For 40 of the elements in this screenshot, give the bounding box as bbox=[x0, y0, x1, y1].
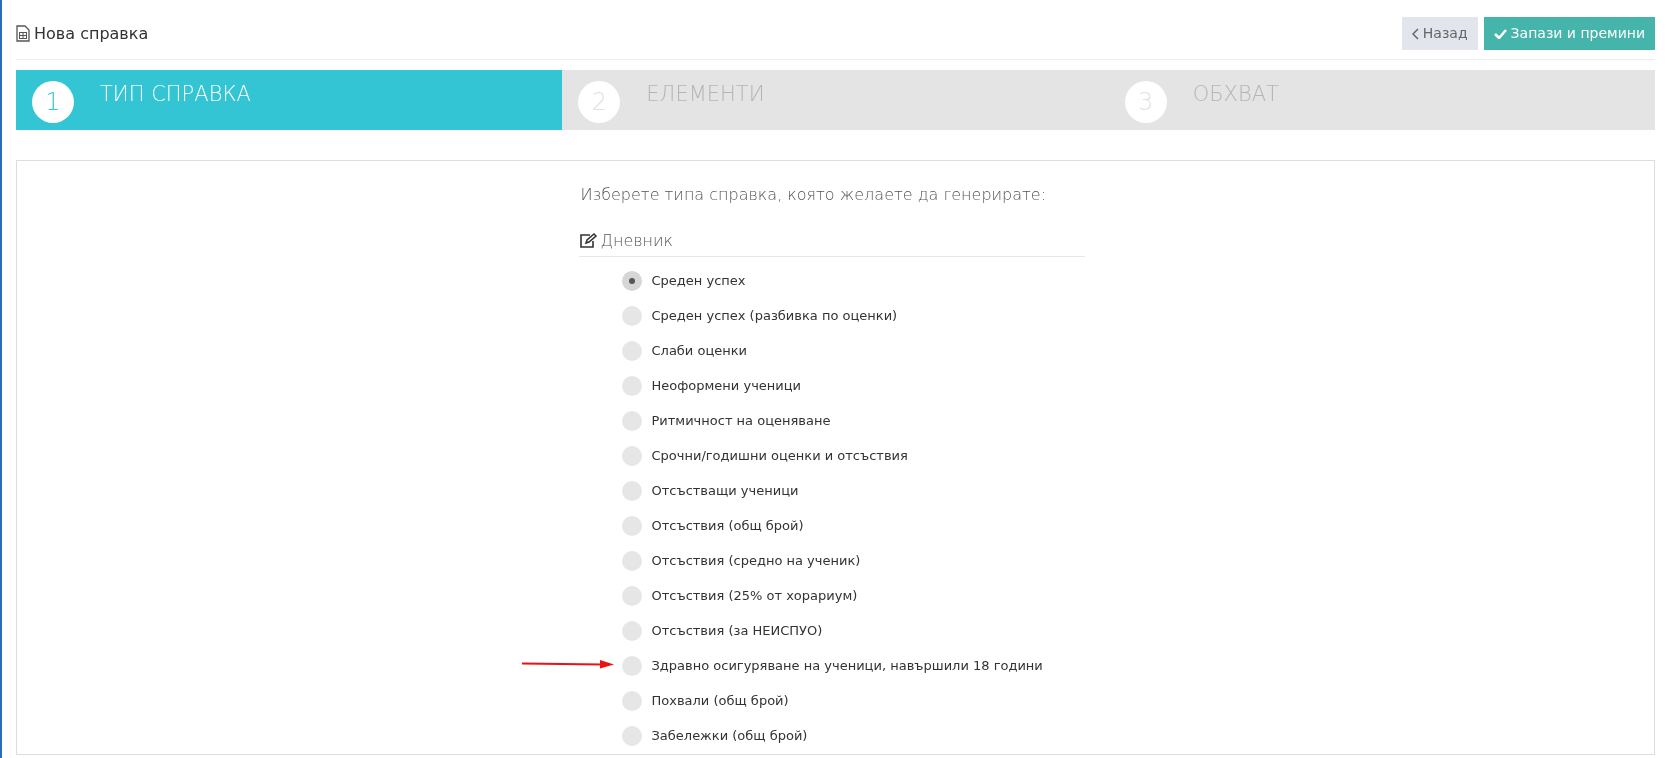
option-label: Похвали (общ брой) bbox=[651, 691, 789, 710]
chevron-left-icon bbox=[1411, 27, 1419, 40]
option-label: Отсъствия (средно на ученик) bbox=[651, 551, 861, 570]
section-title: Дневник bbox=[600, 230, 674, 252]
option-label: Здравно осигуряване на ученици, навършили 18 години bbox=[651, 656, 1043, 675]
radio-button[interactable] bbox=[621, 410, 642, 431]
option-label: Неоформени ученици bbox=[651, 376, 802, 395]
option-label: Срочни/годишни оценки и отсъствия bbox=[651, 446, 908, 465]
radio-button[interactable] bbox=[621, 445, 642, 466]
radio-button[interactable] bbox=[621, 620, 642, 641]
instruction-text: Изберете типа справка, която желаете да генерирате: bbox=[579, 184, 1048, 206]
radio-button[interactable] bbox=[621, 305, 642, 326]
edit-icon bbox=[578, 233, 597, 249]
page-title: Нова справка bbox=[34, 22, 149, 45]
option-label: Среден успех bbox=[651, 271, 746, 290]
option-label: Ритмичност на оценяване bbox=[651, 411, 831, 430]
option-label: Забележки (общ брой) bbox=[651, 726, 808, 745]
radio-button[interactable] bbox=[621, 375, 642, 396]
option-label: Слаби оценки bbox=[651, 341, 748, 360]
back-button[interactable]: Назад bbox=[1401, 17, 1478, 50]
option-label: Отсъствия (25% от хорариум) bbox=[651, 586, 858, 605]
radio-button[interactable] bbox=[621, 585, 642, 606]
option-label: Отсъствия (общ брой) bbox=[651, 516, 804, 535]
radio-button[interactable] bbox=[621, 480, 642, 501]
checkmark-icon bbox=[1493, 28, 1507, 39]
radio-button[interactable] bbox=[621, 550, 642, 571]
radio-button[interactable] bbox=[621, 340, 642, 361]
option-label: Отсъстващи ученици bbox=[651, 481, 799, 500]
option-label: Среден успех (разбивка по оценки) bbox=[651, 306, 898, 325]
radio-button[interactable] bbox=[621, 655, 642, 676]
step-number: 1 bbox=[32, 81, 74, 123]
radio-button[interactable] bbox=[621, 515, 642, 536]
spreadsheet-icon bbox=[16, 25, 30, 42]
wizard-step[interactable]: 1 ТИП СПРАВКА bbox=[16, 70, 563, 130]
option-label: Отсъствия (за НЕИСПУО) bbox=[651, 621, 823, 640]
radio-button[interactable] bbox=[621, 690, 642, 711]
radio-button[interactable] bbox=[621, 270, 642, 291]
radio-button[interactable] bbox=[621, 725, 642, 746]
save-button[interactable]: Запази и премини bbox=[1483, 17, 1655, 50]
step-label: ТИП СПРАВКА bbox=[100, 81, 251, 107]
